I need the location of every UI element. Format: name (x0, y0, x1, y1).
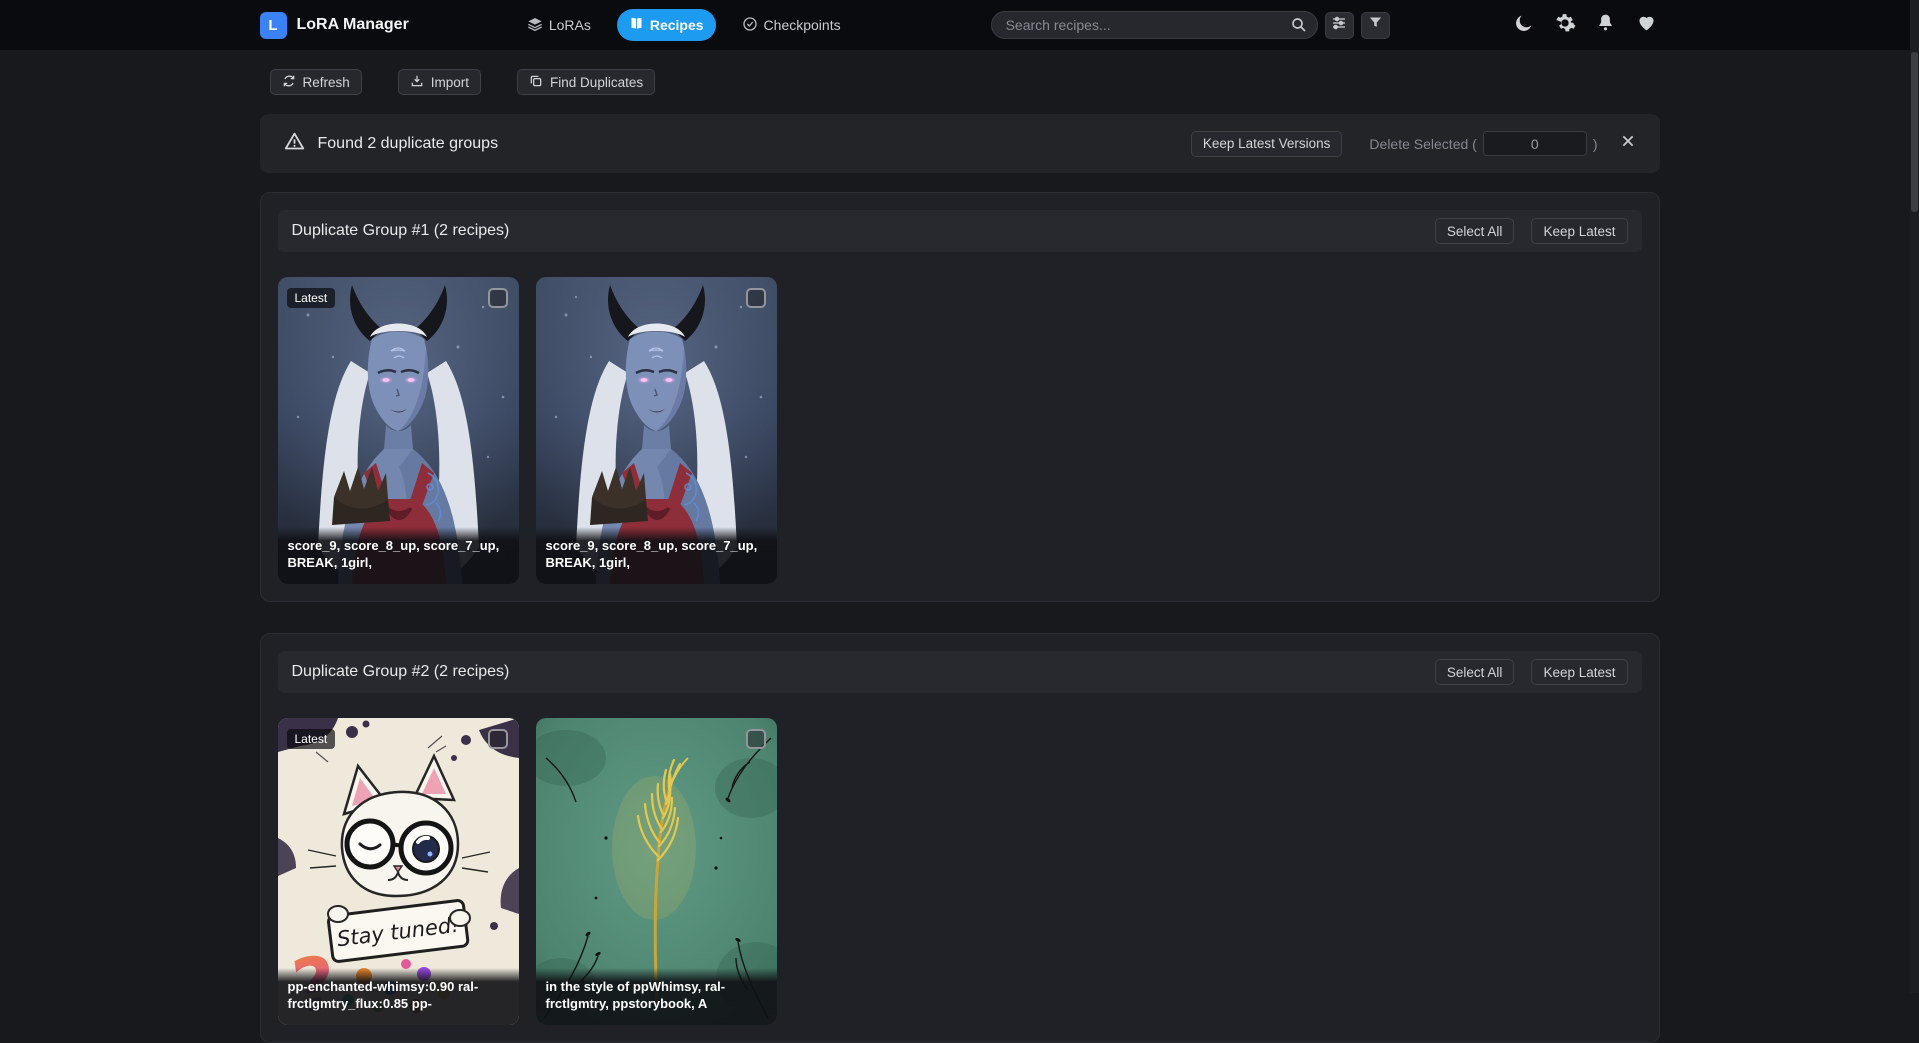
logo-letter: L (268, 17, 277, 34)
group-1-cards: Latest score_9, score_8_up, score_7_up, … (278, 277, 1642, 584)
recipe-caption: in the style of ppWhimsy, ral-frctlgmtry… (536, 968, 777, 1025)
alert-message: Found 2 duplicate groups (318, 135, 499, 153)
recipe-card[interactable]: score_9, score_8_up, score_7_up, BREAK, … (536, 277, 777, 584)
app-brand[interactable]: L LoRA Manager (260, 12, 409, 39)
group-1-title: Duplicate Group #1 (2 recipes) (292, 222, 510, 240)
tab-loras-label: LoRAs (549, 17, 591, 33)
recipe-card[interactable]: Latest score_9, score_8_up, score_7_up, … (278, 277, 519, 584)
settings-button[interactable] (1552, 12, 1578, 38)
group-2-title: Duplicate Group #2 (2 recipes) (292, 663, 510, 681)
heart-icon (1636, 12, 1657, 38)
funnel-icon (1368, 15, 1383, 35)
search-icon (1290, 16, 1308, 39)
group-2-cards: Latest pp-enchanted-whimsy:0.90 ral-frct… (278, 718, 1642, 1025)
book-icon (629, 16, 644, 34)
import-icon (410, 74, 424, 91)
alert-close-button[interactable] (1620, 133, 1636, 154)
tab-recipes-label: Recipes (650, 17, 704, 33)
group-1-header: Duplicate Group #1 (2 recipes) Select Al… (278, 210, 1642, 252)
moon-icon (1513, 12, 1535, 39)
refresh-label: Refresh (303, 75, 350, 90)
tab-checkpoints[interactable]: Checkpoints (742, 16, 841, 35)
recipe-caption: score_9, score_8_up, score_7_up, BREAK, … (278, 527, 519, 584)
import-button[interactable]: Import (398, 69, 481, 95)
recipes-toolbar: Refresh Import Find Duplicates (270, 69, 1660, 95)
close-icon (1620, 133, 1636, 154)
bell-icon (1595, 12, 1616, 38)
latest-badge: Latest (287, 288, 336, 308)
funnel-filter-button[interactable] (1361, 12, 1390, 39)
group-2-select-all-button[interactable]: Select All (1435, 659, 1515, 685)
main-content: Refresh Import Find Duplicates Found 2 d… (260, 50, 1660, 1043)
recipe-caption: score_9, score_8_up, score_7_up, BREAK, … (536, 527, 777, 584)
recipe-card[interactable]: Latest pp-enchanted-whimsy:0.90 ral-frct… (278, 718, 519, 1025)
search-container (991, 11, 1318, 39)
recipe-checkbox[interactable] (488, 729, 508, 749)
find-duplicates-label: Find Duplicates (550, 75, 643, 90)
recipe-caption: pp-enchanted-whimsy:0.90 ral-frctlgmtry_… (278, 968, 519, 1025)
sliders-icon (1331, 15, 1347, 36)
duplicate-group-1: Duplicate Group #1 (2 recipes) Select Al… (260, 192, 1660, 602)
scrollbar-track (1910, 0, 1919, 993)
filter-sliders-button[interactable] (1325, 12, 1354, 39)
duplicate-group-2: Duplicate Group #2 (2 recipes) Select Al… (260, 633, 1660, 1043)
recipe-card[interactable]: in the style of ppWhimsy, ral-frctlgmtry… (536, 718, 777, 1025)
gear-icon (1554, 12, 1576, 39)
notifications-button[interactable] (1593, 12, 1619, 38)
search-input[interactable] (991, 11, 1318, 39)
group-2-keep-latest-button[interactable]: Keep Latest (1531, 659, 1627, 685)
duplicates-alert-banner: Found 2 duplicate groups Keep Latest Ver… (260, 114, 1660, 173)
app-title: LoRA Manager (297, 16, 409, 34)
app-logo: L (260, 12, 287, 39)
warning-icon (284, 131, 305, 157)
main-nav: LoRAs Recipes Checkpoints (527, 9, 841, 41)
tab-loras[interactable]: LoRAs (527, 16, 591, 35)
theme-toggle-button[interactable] (1511, 12, 1537, 38)
refresh-button[interactable]: Refresh (270, 69, 362, 95)
copy-icon (529, 74, 543, 91)
navbar-actions (1511, 12, 1660, 38)
delete-selected-prefix: Delete Selected ( (1369, 136, 1476, 152)
latest-badge: Latest (287, 729, 336, 749)
delete-selected-button[interactable]: Delete Selected ( ) (1369, 131, 1597, 156)
find-duplicates-button[interactable]: Find Duplicates (517, 69, 655, 95)
refresh-icon (282, 74, 296, 91)
scrollbar-thumb[interactable] (1911, 52, 1918, 212)
group-2-header: Duplicate Group #2 (2 recipes) Select Al… (278, 651, 1642, 693)
group-1-select-all-button[interactable]: Select All (1435, 218, 1515, 244)
recipe-checkbox[interactable] (746, 729, 766, 749)
check-circle-icon (742, 16, 758, 35)
favorites-button[interactable] (1634, 12, 1660, 38)
selected-count-input[interactable] (1483, 131, 1587, 156)
recipe-checkbox[interactable] (488, 288, 508, 308)
import-label: Import (431, 75, 469, 90)
group-1-keep-latest-button[interactable]: Keep Latest (1531, 218, 1627, 244)
tab-recipes[interactable]: Recipes (617, 9, 716, 41)
delete-selected-suffix: ) (1593, 136, 1598, 152)
tab-checkpoints-label: Checkpoints (764, 17, 841, 33)
keep-latest-versions-button[interactable]: Keep Latest Versions (1191, 131, 1343, 157)
recipe-checkbox[interactable] (746, 288, 766, 308)
top-navbar: L LoRA Manager LoRAs Recipes Checkpoi (0, 0, 1919, 50)
layers-icon (527, 16, 543, 35)
